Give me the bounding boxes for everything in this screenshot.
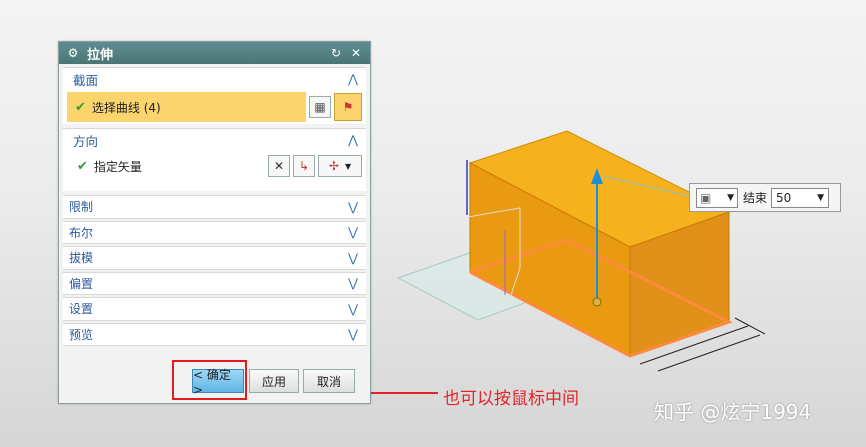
dropdown-arrow-icon: ▼ xyxy=(817,192,825,203)
reverse-direction-button[interactable]: ✕ xyxy=(268,155,290,177)
chevron-down-icon[interactable]: ⋁ xyxy=(348,327,358,341)
extrude-dialog: ⚙ 拉伸 ↻ ✕ 截面 ⋀ ✔ 选择曲线 (4) ▦ ⚑ 方向 ⋀ ✔ 指定矢量… xyxy=(58,41,371,404)
dialog-title: 拉伸 xyxy=(87,47,114,63)
chevron-down-icon[interactable]: ⋁ xyxy=(348,302,358,316)
curve-select-button[interactable]: ⚑ xyxy=(334,93,362,121)
collapsed-section[interactable]: 限制 ⋁ xyxy=(63,195,366,219)
collapsed-section-label: 拔模 xyxy=(69,251,94,266)
chevron-up-icon[interactable]: ⋀ xyxy=(348,72,358,86)
check-icon: ✔ xyxy=(77,158,88,174)
collapsed-section[interactable]: 偏置 ⋁ xyxy=(63,271,366,295)
collapsed-section-label: 偏置 xyxy=(69,276,94,291)
collapsed-section[interactable]: 预览 ⋁ xyxy=(63,322,366,346)
vector-icon: ✢ xyxy=(328,159,339,173)
highlight-box xyxy=(172,360,247,400)
collapsed-section[interactable]: 布尔 ⋁ xyxy=(63,220,366,244)
section-header-direction[interactable]: 方向 ⋀ xyxy=(63,129,366,151)
collapsed-section-label: 布尔 xyxy=(69,225,94,240)
vector-row: ✔ 指定矢量 ✕ ↳ ✢ ▼ xyxy=(63,151,366,181)
collapsed-section-label: 设置 xyxy=(69,302,94,317)
select-curve-field[interactable]: ✔ 选择曲线 (4) xyxy=(67,92,306,122)
sketch-section-button[interactable]: ▦ xyxy=(309,96,331,118)
chevron-down-icon[interactable]: ⋁ xyxy=(348,276,358,290)
end-value-input[interactable]: 50 ▼ xyxy=(771,187,830,208)
section-panel: 截面 ⋀ ✔ 选择曲线 (4) ▦ ⚑ xyxy=(63,67,366,124)
vector-dialog-button[interactable]: ↳ xyxy=(293,155,315,177)
cube-icon: ▣ xyxy=(700,190,712,205)
collapsed-sections: 限制 ⋁ 布尔 ⋁ 拔模 ⋁ 偏置 ⋁ 设置 ⋁ 预览 ⋁ xyxy=(59,195,370,346)
vector-type-dropdown[interactable]: ✢ ▼ xyxy=(318,155,362,177)
chevron-up-icon[interactable]: ⋀ xyxy=(348,133,358,147)
dropdown-arrow-icon: ▼ xyxy=(344,161,352,171)
collapsed-section-label: 限制 xyxy=(69,200,94,215)
collapsed-section[interactable]: 设置 ⋁ xyxy=(63,297,366,321)
collapsed-section[interactable]: 拔模 ⋁ xyxy=(63,246,366,270)
dialog-titlebar: ⚙ 拉伸 ↻ ✕ xyxy=(59,42,370,64)
check-icon: ✔ xyxy=(75,99,86,115)
drag-handle[interactable] xyxy=(592,297,602,307)
select-curve-label: 选择曲线 (4) xyxy=(91,100,161,115)
chevron-down-icon[interactable]: ⋁ xyxy=(348,225,358,239)
collapsed-section-label: 预览 xyxy=(69,327,94,342)
dimension-line-2 xyxy=(734,317,766,335)
section-title: 截面 xyxy=(73,72,99,88)
section-header-section[interactable]: 截面 ⋀ xyxy=(63,68,366,90)
end-value: 50 xyxy=(776,190,792,205)
end-label: 结束 xyxy=(743,191,768,205)
direction-title: 方向 xyxy=(73,133,99,149)
close-icon[interactable]: ✕ xyxy=(348,45,364,61)
select-curve-row[interactable]: ✔ 选择曲线 (4) ▦ ⚑ xyxy=(67,90,362,124)
gear-icon: ⚙ xyxy=(67,46,79,60)
end-type-dropdown[interactable]: ▣ ▼ xyxy=(696,187,738,208)
reset-icon[interactable]: ↻ xyxy=(328,45,344,61)
end-distance-box: ▣ ▼ 结束 50 ▼ xyxy=(689,183,841,212)
chevron-down-icon[interactable]: ⋁ xyxy=(348,200,358,214)
apply-button[interactable]: 应用 xyxy=(249,369,299,393)
watermark: 知乎 @炫宁1994 xyxy=(654,400,812,424)
dropdown-arrow-icon: ▼ xyxy=(727,192,734,203)
specify-vector-label: 指定矢量 xyxy=(93,159,142,174)
chevron-down-icon[interactable]: ⋁ xyxy=(348,251,358,265)
cancel-button[interactable]: 取消 xyxy=(303,369,355,393)
direction-panel: 方向 ⋀ ✔ 指定矢量 ✕ ↳ ✢ ▼ xyxy=(63,128,366,191)
annotation-text: 也可以按鼠标中间 xyxy=(443,389,579,409)
